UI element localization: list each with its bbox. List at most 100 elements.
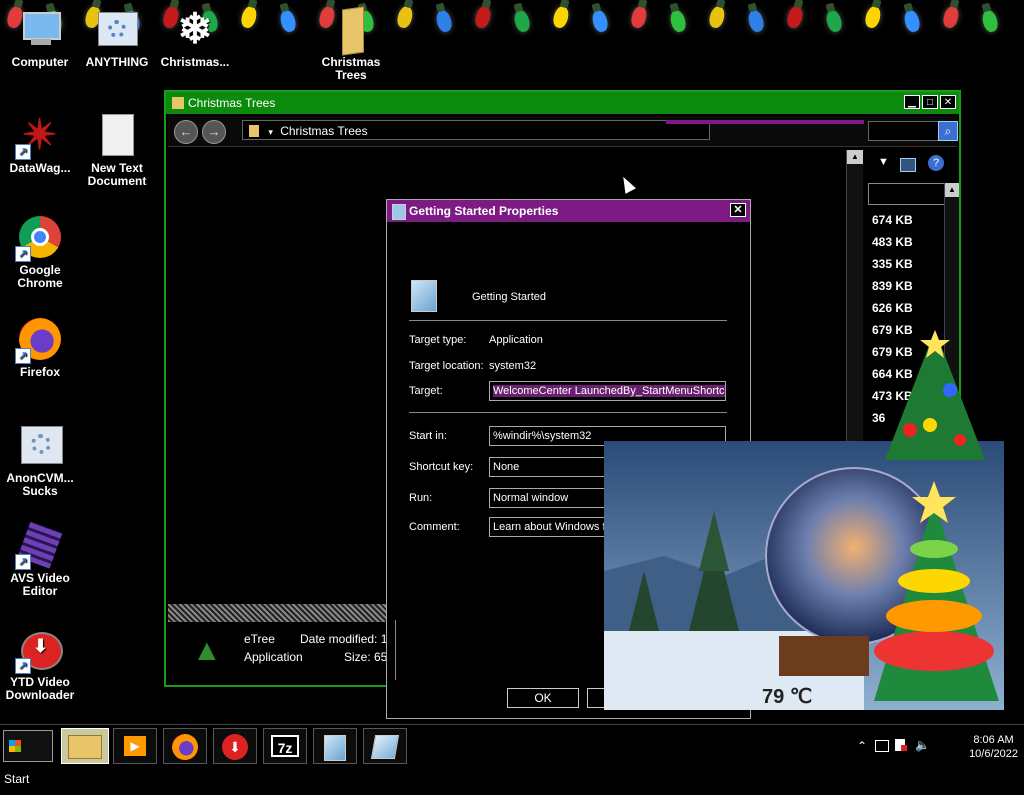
getting-started-icon bbox=[411, 280, 437, 312]
preview-pane-icon[interactable] bbox=[900, 158, 916, 172]
details-date-modified: Date modified: 11/ bbox=[300, 632, 397, 646]
details-file-name: eTree bbox=[244, 632, 275, 646]
light-bulb-icon bbox=[473, 4, 493, 30]
clock[interactable]: 8:06 AM 10/6/2022 bbox=[969, 733, 1018, 761]
folder-icon bbox=[172, 97, 184, 109]
window-icon bbox=[324, 735, 346, 761]
action-center-icon[interactable] bbox=[895, 739, 907, 751]
desktop-icon-new-text-document[interactable]: New Text Document bbox=[77, 112, 157, 188]
dialog-title-bar[interactable]: Getting Started Properties ✕ bbox=[387, 200, 750, 222]
address-text: Christmas Trees bbox=[280, 124, 368, 138]
light-bulb-icon bbox=[707, 4, 727, 30]
taskbar: Start ▶ ⬇ 7z ⌃ 🔈 8:06 AM 10/6/2022 bbox=[0, 724, 1024, 786]
taskbar-explorer-button[interactable] bbox=[61, 728, 109, 764]
close-button[interactable]: ✕ bbox=[940, 95, 956, 109]
start-in-label: Start in: bbox=[409, 430, 447, 442]
dialog-close-button[interactable]: ✕ bbox=[730, 203, 746, 217]
address-bar[interactable]: ▾ Christmas Trees bbox=[242, 120, 710, 140]
file-size-cell: 626 KB bbox=[872, 301, 913, 315]
light-bulb-icon bbox=[629, 4, 649, 30]
dialog-title: Getting Started Properties bbox=[409, 204, 559, 218]
file-size-cell: 335 KB bbox=[872, 257, 913, 271]
taskbar-7zip-button[interactable]: 7z bbox=[263, 728, 307, 764]
desktop-icon-label: AVS Video Editor bbox=[10, 571, 70, 598]
shortcut-name: Getting Started bbox=[472, 291, 546, 303]
film-strip-icon: ↗ bbox=[15, 521, 63, 570]
taskbar-properties-button[interactable] bbox=[363, 728, 407, 764]
red-star-icon: ✴ ↗ bbox=[15, 112, 63, 160]
light-bulb-icon bbox=[512, 8, 532, 34]
taskbar-firefox-button[interactable] bbox=[163, 728, 207, 764]
media-player-icon: ▶ bbox=[124, 736, 146, 756]
scroll-up-arrow-icon[interactable]: ▲ bbox=[945, 183, 959, 197]
light-bulb-icon bbox=[395, 4, 415, 30]
light-bulb-icon bbox=[941, 4, 961, 30]
start-label: Start bbox=[4, 772, 30, 786]
desktop-icon-label: YTD Video Downloader bbox=[5, 675, 75, 702]
explorer-title-bar[interactable]: Christmas Trees bbox=[166, 92, 959, 114]
firefox-icon bbox=[172, 734, 198, 760]
run-label: Run: bbox=[409, 492, 433, 504]
light-bulb-icon bbox=[239, 4, 259, 30]
column-header[interactable] bbox=[868, 183, 946, 205]
taskbar-ytd-button[interactable]: ⬇ bbox=[213, 728, 257, 764]
file-size-cell: 839 KB bbox=[872, 279, 913, 293]
desktop-icon-firefox[interactable]: ↗ Firefox bbox=[0, 316, 80, 379]
folder-icon bbox=[328, 6, 374, 56]
desktop-icon-label: Computer bbox=[11, 55, 69, 69]
minimize-button[interactable]: ▁ bbox=[904, 95, 920, 109]
christmas-tree-icon: ▲ bbox=[192, 634, 222, 667]
chrome-icon: ↗ bbox=[15, 214, 63, 262]
light-bulb-icon bbox=[902, 8, 922, 34]
clock-date: 10/6/2022 bbox=[969, 748, 1018, 760]
desktop-icon-label: Firefox bbox=[19, 365, 60, 379]
folder-icon bbox=[249, 125, 259, 137]
search-icon[interactable]: ⌕ bbox=[938, 121, 958, 141]
target-field[interactable]: WelcomeCenter LaunchedBy_StartMenuShortc… bbox=[489, 381, 726, 401]
snowflake-icon: ❄ bbox=[177, 5, 213, 52]
windows-logo-icon bbox=[9, 740, 21, 752]
settings-window-icon bbox=[94, 6, 140, 52]
gadget-overlay-text: 79 ℃ bbox=[762, 686, 812, 708]
back-arrow-icon[interactable]: ← bbox=[174, 120, 198, 144]
maximize-button[interactable]: □ bbox=[922, 95, 938, 109]
system-tray: ⌃ 🔈 8:06 AM 10/6/2022 bbox=[849, 725, 1024, 769]
desktop-icon-christmas-trees[interactable]: Christmas Trees bbox=[311, 6, 391, 82]
start-button[interactable]: Start bbox=[3, 730, 53, 786]
ok-button[interactable]: OK bbox=[507, 688, 579, 708]
desktop-icon-christmas[interactable]: ❄ Christmas... bbox=[155, 6, 235, 69]
target-type-value: Application bbox=[489, 334, 543, 346]
light-bulb-icon bbox=[746, 8, 766, 34]
search-input[interactable] bbox=[868, 121, 940, 141]
christmas-tree-decoration bbox=[880, 330, 990, 460]
network-icon[interactable] bbox=[875, 740, 889, 752]
desktop-icon-datawag[interactable]: ✴ ↗ DataWag... bbox=[0, 112, 80, 175]
christmas-gadget-picture[interactable]: 79 ℃ bbox=[604, 441, 1004, 710]
desktop-icon-computer[interactable]: Computer bbox=[0, 6, 80, 69]
light-bulb-icon bbox=[824, 8, 844, 34]
taskbar-getting-started-button[interactable] bbox=[313, 728, 357, 764]
shortcut-arrow-icon: ↗ bbox=[15, 658, 31, 674]
help-icon[interactable]: ? bbox=[928, 155, 944, 171]
desktop-icon-label: Google Chrome bbox=[17, 263, 63, 290]
gear-window-icon bbox=[17, 422, 63, 468]
explorer-nav-bar: ← → ▾ Christmas Trees ⌕ bbox=[168, 116, 958, 147]
scroll-up-arrow-icon[interactable]: ▲ bbox=[847, 150, 863, 164]
download-tv-icon: ⬇ ↗ bbox=[15, 626, 63, 674]
target-type-label: Target type: bbox=[409, 334, 467, 346]
forward-arrow-icon[interactable]: → bbox=[202, 120, 226, 144]
tray-chevron-icon[interactable]: ⌃ bbox=[857, 739, 867, 753]
desktop-icon-label: ANYTHING bbox=[85, 55, 149, 69]
file-size-cell: 483 KB bbox=[872, 235, 913, 249]
desktop-icon-label: Christmas Trees bbox=[321, 55, 381, 82]
light-bulb-icon bbox=[980, 8, 1000, 34]
progress-strip bbox=[666, 120, 864, 124]
volume-icon[interactable]: 🔈 bbox=[915, 738, 930, 752]
desktop-icon-google-chrome[interactable]: ↗ Google Chrome bbox=[0, 214, 80, 290]
desktop-icon-anoncvm[interactable]: AnonCVM... Sucks bbox=[0, 422, 80, 498]
desktop-icon-ytd-video-downloader[interactable]: ⬇ ↗ YTD Video Downloader bbox=[0, 626, 80, 702]
taskbar-media-player-button[interactable]: ▶ bbox=[113, 728, 157, 764]
desktop-icon-avs-video-editor[interactable]: ↗ AVS Video Editor bbox=[0, 521, 80, 598]
view-options-chevron-icon[interactable]: ▼ bbox=[878, 156, 889, 168]
desktop-icon-anything[interactable]: ANYTHING bbox=[77, 6, 157, 69]
